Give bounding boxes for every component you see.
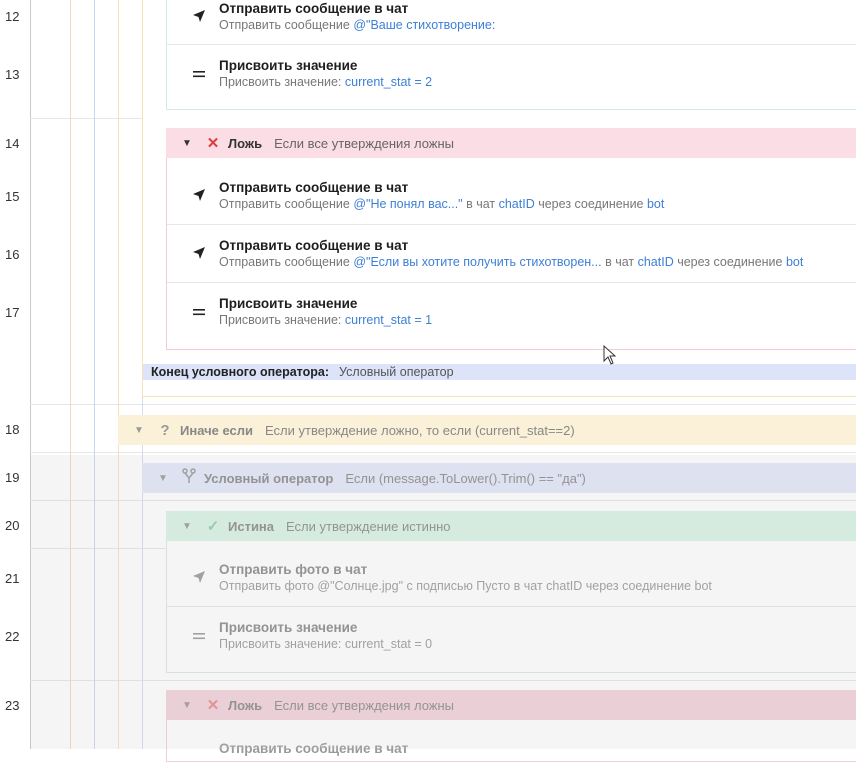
false-branch-header[interactable]: ▼ ✕ Ложь Если все утверждения ложны [166, 690, 856, 720]
conditional-operator-header[interactable]: ▼ Условный оператор Если (message.ToLowe… [142, 463, 856, 493]
row-separator [30, 404, 856, 405]
true-branch-header[interactable]: ▼ ✓ Истина Если утверждение истинно [166, 511, 856, 541]
branch-subtitle: Если утверждение ложно, то если (current… [265, 422, 575, 438]
line-number: 13 [5, 67, 20, 82]
action-title: Отправить сообщение в чат [219, 1, 409, 16]
branch-title: Иначе если [180, 422, 254, 438]
assign-value-action[interactable]: Присвоить значение Присвоить значение: c… [185, 57, 432, 91]
branch-subtitle: Если все утверждения ложны [274, 697, 455, 713]
assign-value-action[interactable]: Присвоить значение Присвоить значение: c… [185, 618, 432, 654]
send-photo-action[interactable]: Отправить фото в чат Отправить фото @"Со… [185, 560, 712, 596]
assign-value-action[interactable]: Присвоить значение Присвоить значение: c… [185, 294, 432, 330]
line-number: 12 [5, 9, 20, 24]
action-description: Присвоить значение: current_stat = 0 [219, 637, 433, 651]
triangle-down-icon[interactable]: ▼ [182, 138, 196, 149]
send-arrow-icon [185, 9, 213, 26]
branch-subtitle: Если утверждение истинно [286, 518, 451, 534]
triangle-down-icon[interactable]: ▼ [182, 700, 196, 711]
branch-title: Ложь [228, 135, 263, 151]
equals-icon [185, 628, 213, 644]
line-number: 20 [5, 518, 20, 533]
line-number: 22 [5, 629, 20, 644]
divider [167, 606, 856, 607]
indent-guide [70, 0, 71, 749]
line-number: 19 [5, 470, 20, 485]
send-message-action[interactable]: Отправить сообщение в чат Отправить сооб… [185, 236, 803, 272]
divider [167, 282, 856, 283]
branch-icon [178, 468, 200, 488]
action-title: Присвоить значение [219, 296, 358, 311]
send-message-action[interactable]: Отправить сообщение в чат Отправить сооб… [185, 0, 495, 34]
send-message-action[interactable]: Отправить сообщение в чат Отправить сооб… [185, 178, 664, 214]
else-if-header[interactable]: ▼ ? Иначе если Если утверждение ложно, т… [118, 415, 856, 445]
branch-title: Истина [228, 518, 275, 534]
equals-icon [185, 304, 213, 320]
line-number: 16 [5, 247, 20, 262]
action-description: Присвоить значение: current_stat = 2 [219, 75, 433, 89]
action-title: Отправить сообщение в чат [219, 180, 409, 195]
action-description: Присвоить значение: current_stat = 1 [219, 313, 433, 327]
branch-subtitle: Если все утверждения ложны [274, 135, 455, 151]
action-description: Отправить сообщение @"Ваше стихотворение… [219, 18, 496, 32]
indent-guide [118, 0, 119, 749]
action-description: Отправить сообщение @"Не понял вас..." в… [219, 197, 665, 211]
check-icon: ✓ [206, 518, 220, 535]
action-title: Отправить фото в чат [219, 562, 368, 577]
mouse-cursor-icon [603, 344, 617, 370]
action-description: Отправить сообщение @"Если вы хотите пол… [219, 255, 804, 269]
false-branch-header[interactable]: ▼ ✕ Ложь Если все утверждения ложны [166, 128, 856, 158]
row-separator [30, 680, 856, 681]
line-number: 23 [5, 698, 20, 713]
end-value: Условный оператор [339, 365, 454, 379]
cross-icon: ✕ [206, 135, 220, 152]
divider [167, 44, 856, 45]
end-conditional-bar: Конец условного оператора: Условный опер… [143, 364, 856, 380]
action-title: Присвоить значение [219, 620, 358, 635]
send-arrow-icon [185, 246, 213, 263]
branch-title: Ложь [228, 697, 263, 713]
send-arrow-icon [185, 188, 213, 205]
line-number: 15 [5, 189, 20, 204]
branch-subtitle: Если (message.ToLower().Trim() == "да") [345, 470, 586, 486]
triangle-down-icon[interactable]: ▼ [134, 425, 148, 436]
cross-icon: ✕ [206, 697, 220, 714]
send-message-action[interactable]: Отправить сообщение в чат [185, 738, 408, 758]
send-arrow-icon [185, 570, 213, 587]
action-title: Присвоить значение [219, 58, 358, 73]
action-description: Отправить фото @"Солнце.jpg" с подписью … [219, 579, 712, 593]
action-title: Отправить сообщение в чат [219, 238, 409, 253]
line-number: 18 [5, 422, 20, 437]
branch-title: Условный оператор [204, 470, 334, 486]
row-separator [30, 452, 856, 453]
indent-guide [94, 0, 95, 749]
line-number: 17 [5, 305, 20, 320]
triangle-down-icon[interactable]: ▼ [158, 473, 172, 484]
action-title: Отправить сообщение в чат [219, 740, 409, 756]
line-number: 14 [5, 136, 20, 151]
equals-icon [185, 66, 213, 82]
row-separator [30, 500, 856, 501]
divider [167, 224, 856, 225]
end-label: Конец условного оператора: [151, 365, 330, 379]
line-number: 21 [5, 571, 20, 586]
triangle-down-icon[interactable]: ▼ [182, 521, 196, 532]
question-icon: ? [160, 421, 170, 439]
